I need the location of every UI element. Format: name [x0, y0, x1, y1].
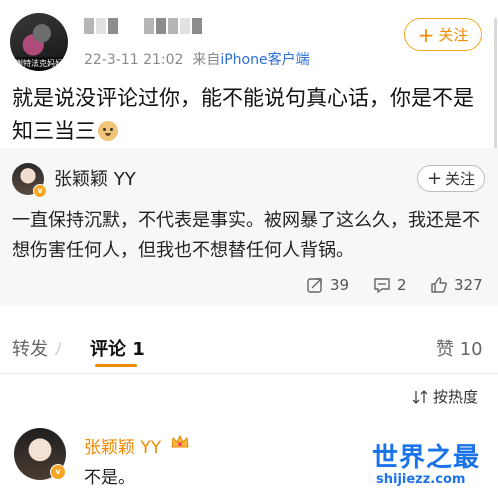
post-meta: 22-3-11 21:02 来自iPhone客户端	[84, 49, 310, 69]
author-name-redacted[interactable]	[84, 18, 202, 34]
repost-follow-label: 关注	[445, 170, 476, 188]
like-count: 327	[454, 276, 483, 294]
like-stat[interactable]: 327	[430, 276, 483, 294]
share-icon	[307, 278, 322, 293]
repost-author-avatar[interactable]: v	[12, 163, 47, 198]
tab-likes[interactable]: 赞 10	[436, 335, 483, 361]
plus-icon: +	[426, 167, 443, 189]
tab-repost[interactable]: 转发 ﾉ	[12, 335, 63, 361]
post-source-prefix: 来自	[192, 52, 221, 68]
watermark-logo: 世界之最	[372, 443, 481, 473]
commenter-avatar[interactable]: v	[14, 428, 66, 480]
follow-label: 关注	[438, 26, 469, 44]
repost-author-name[interactable]: 张颖颖 YY	[54, 165, 136, 191]
commenter-name[interactable]: 张颖颖 YY	[84, 433, 161, 458]
share-count: 39	[330, 276, 350, 294]
repost-text: 一直保持沉默，不代表是事实。被网暴了这么久，我还是不想伤害任何人，但我也不想替任…	[12, 210, 480, 261]
scrollbar[interactable]	[494, 18, 497, 158]
author-avatar[interactable]: 谢特法克妈妈	[10, 13, 68, 71]
follow-button[interactable]: + 关注	[404, 18, 482, 51]
thumbs-up-icon	[431, 277, 447, 293]
comment-stat[interactable]: 2	[373, 276, 407, 294]
comment-icon	[374, 278, 390, 294]
watermark-url: shijiezz.com	[376, 472, 466, 487]
divider	[0, 373, 498, 374]
avatar-caption: 谢特法克妈妈	[10, 57, 68, 71]
sort-icon	[412, 389, 428, 404]
comment-count: 2	[397, 276, 407, 294]
tab-comments[interactable]: 评论 1	[90, 335, 145, 361]
post-text-content: 就是说没评论过你，能不能说句真心话，你是不是知三当三	[12, 86, 474, 143]
sort-label: 按热度	[433, 388, 479, 406]
sort-by-hot-button[interactable]: 按热度	[412, 386, 478, 407]
share-stat[interactable]: 39	[306, 276, 349, 294]
doge-emoji-icon	[98, 121, 118, 141]
active-tab-indicator	[95, 364, 137, 367]
plus-icon: +	[417, 22, 435, 47]
crown-badge-icon	[171, 434, 189, 448]
post-text: 就是说没评论过你，能不能说句真心话，你是不是知三当三	[12, 82, 490, 148]
repost-follow-button[interactable]: + 关注	[417, 165, 485, 192]
post-timestamp: 22-3-11 21:02	[84, 52, 184, 68]
post-source[interactable]: iPhone客户端	[220, 52, 309, 68]
tab-repost-label: 转发	[12, 339, 48, 360]
verified-badge-icon: v	[50, 464, 66, 480]
verified-badge-icon: v	[33, 184, 47, 198]
comment-text: 不是。	[84, 468, 135, 488]
